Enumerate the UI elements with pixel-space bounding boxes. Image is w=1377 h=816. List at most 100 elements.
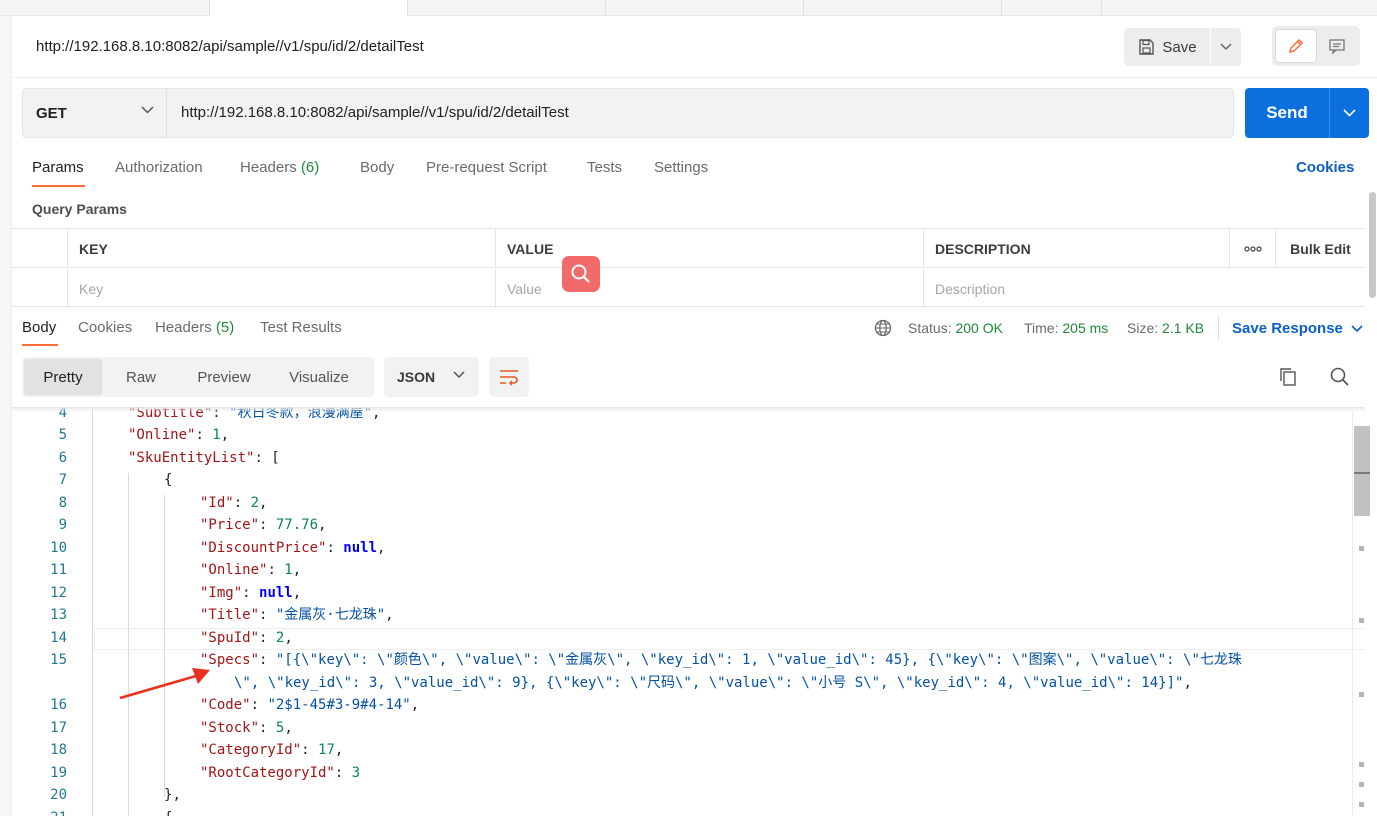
tab-authorization[interactable]: Authorization — [115, 159, 203, 176]
value-input[interactable]: Value — [495, 269, 923, 308]
url-input[interactable]: http://192.168.8.10:8082/api/sample//v1/… — [181, 104, 569, 121]
line-number: 13 — [50, 607, 67, 623]
save-options-button[interactable] — [1211, 28, 1241, 66]
json-key: "Price" — [200, 517, 260, 533]
tab-item[interactable] — [0, 0, 210, 16]
send-options-button[interactable] — [1329, 88, 1369, 138]
json-separator: : — [254, 450, 272, 466]
chevron-down-icon — [1220, 43, 1232, 51]
json-punct: [ — [271, 450, 280, 466]
json-punct: , — [1183, 675, 1192, 691]
response-tab-cookies[interactable]: Cookies — [78, 319, 132, 336]
query-params-title: Query Params — [32, 201, 127, 217]
tab-item-active[interactable] — [210, 0, 408, 16]
code-line: 5 "Online": 1, — [12, 424, 1352, 446]
edit-mode-button[interactable] — [1275, 29, 1317, 63]
line-number: 7 — [58, 472, 67, 488]
headers-count-badge: (6) — [300, 159, 320, 176]
tab-item[interactable] — [408, 0, 606, 16]
size-indicator[interactable]: Size: 2.1 KB — [1127, 320, 1204, 336]
line-number: 16 — [50, 697, 67, 713]
scroll-marker — [1359, 546, 1364, 551]
status-indicator[interactable]: Status: 200 OK — [908, 320, 1003, 336]
response-view-controls: Pretty Raw Preview Visualize JSON — [22, 357, 1377, 397]
more-options-button[interactable] — [1229, 229, 1276, 268]
json-separator: : — [259, 652, 276, 668]
code-line: 10 "DiscountPrice": null, — [12, 537, 1352, 559]
tab-item[interactable] — [1002, 0, 1102, 16]
scroll-marker — [1359, 762, 1364, 767]
table-header-row: KEY VALUE DESCRIPTION Bulk Edit — [12, 229, 1365, 268]
column-key: KEY — [67, 229, 496, 268]
tab-item[interactable] — [606, 0, 804, 16]
response-tab-headers[interactable]: Headers (5) — [155, 319, 234, 336]
editor-scrollbar-thumb[interactable] — [1354, 426, 1370, 516]
copy-icon[interactable] — [1278, 366, 1298, 388]
column-value: VALUE — [495, 229, 923, 268]
key-input[interactable]: Key — [67, 269, 496, 308]
format-select[interactable]: JSON — [384, 357, 479, 397]
tab-tests[interactable]: Tests — [587, 159, 622, 176]
wrap-lines-button[interactable] — [489, 357, 529, 397]
send-button[interactable]: Send — [1245, 88, 1329, 138]
line-number: 8 — [58, 495, 67, 511]
json-separator: : — [233, 495, 251, 511]
time-indicator[interactable]: Time: 205 ms — [1024, 320, 1108, 336]
tab-prerequest-script[interactable]: Pre-request Script — [426, 159, 547, 176]
tab-strip — [0, 0, 1377, 16]
floating-search-button[interactable] — [562, 256, 600, 292]
json-value: 2 — [250, 495, 260, 511]
preview-button[interactable]: Preview — [180, 359, 268, 395]
visualize-button[interactable]: Visualize — [268, 359, 370, 395]
json-key: "Title" — [200, 607, 260, 623]
json-value: 17 — [318, 742, 335, 758]
response-tab-body[interactable]: Body — [22, 319, 56, 336]
globe-icon[interactable] — [874, 319, 892, 337]
response-editor[interactable]: 4 "Subtitle": "秋日冬款，浪漫满屋", 5 "Online": 1, … — [12, 407, 1365, 816]
tab-params[interactable]: Params — [32, 159, 84, 176]
chevron-down-icon — [1351, 324, 1363, 332]
json-value: 1 — [284, 562, 293, 578]
save-icon — [1139, 39, 1155, 55]
json-punct: , — [259, 495, 268, 511]
pretty-button[interactable]: Pretty — [24, 359, 102, 395]
json-separator: : — [301, 742, 319, 758]
params-scrollbar-thumb[interactable] — [1369, 192, 1376, 298]
mode-toggle — [1272, 26, 1360, 66]
code-line: 9 "Price": 77.76, — [12, 514, 1352, 536]
comment-icon — [1329, 39, 1345, 55]
save-button[interactable]: Save — [1124, 28, 1210, 66]
line-number: 5 — [58, 427, 67, 443]
tab-headers[interactable]: Headers (6) — [240, 159, 319, 176]
code-line: 18 "CategoryId": 17, — [12, 739, 1352, 761]
json-separator: : — [242, 585, 260, 601]
cookies-link[interactable]: Cookies — [1296, 159, 1354, 176]
response-headers-count: (5) — [215, 319, 235, 336]
save-response-label: Save Response — [1232, 320, 1343, 337]
json-key: "SkuEntityList" — [128, 450, 255, 466]
request-name[interactable]: http://192.168.8.10:8082/api/sample//v1/… — [36, 38, 424, 55]
pencil-icon — [1288, 38, 1304, 54]
search-icon[interactable] — [1329, 366, 1351, 388]
json-value: "金属灰·七龙珠" — [275, 607, 386, 623]
method-select[interactable]: GET — [23, 89, 167, 137]
json-separator: : — [259, 517, 276, 533]
response-tab-headers-label: Headers — [155, 319, 212, 336]
tab-body[interactable]: Body — [360, 159, 394, 176]
description-input[interactable]: Description — [923, 269, 1365, 308]
annotation-arrow — [119, 668, 210, 700]
json-punct: , — [284, 720, 293, 736]
response-tab-test-results[interactable]: Test Results — [260, 319, 342, 336]
tab-settings[interactable]: Settings — [654, 159, 708, 176]
scroll-position-mark — [1354, 472, 1370, 474]
save-response-button[interactable]: Save Response — [1232, 320, 1363, 337]
json-separator: : — [334, 765, 352, 781]
editor-scrollbar[interactable] — [1352, 410, 1370, 816]
tab-item[interactable] — [804, 0, 1002, 16]
json-value: "[{\"key\": \"颜色\", \"value\": \"金属灰\", … — [275, 652, 1242, 668]
json-separator: : — [259, 720, 276, 736]
bulk-edit-button[interactable]: Bulk Edit — [1275, 229, 1365, 268]
raw-button[interactable]: Raw — [102, 359, 180, 395]
comments-button[interactable] — [1317, 29, 1357, 63]
wrap-lines-icon — [500, 370, 518, 386]
